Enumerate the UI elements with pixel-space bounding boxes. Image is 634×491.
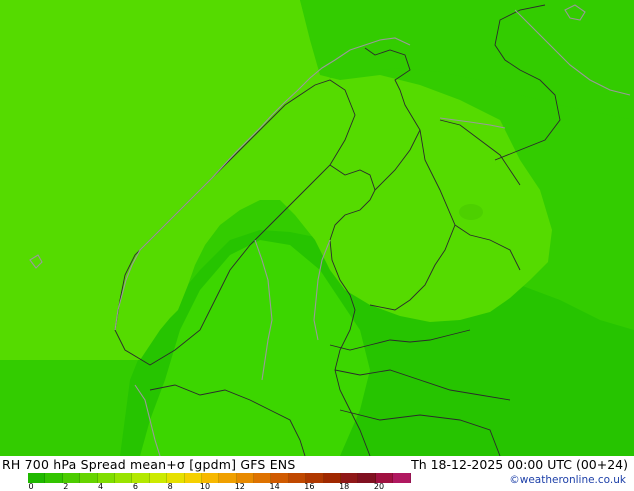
spread-spot bbox=[459, 204, 483, 220]
credit-link[interactable]: ©weatheronline.co.uk bbox=[509, 474, 626, 486]
valid-time: Th 18-12-2025 00:00 UTC (00+24) bbox=[411, 457, 628, 472]
map-caption: RH 700 hPa Spread mean+σ [gpdm] GFS ENS … bbox=[0, 457, 634, 473]
weather-map bbox=[0, 0, 634, 456]
map-title: RH 700 hPa Spread mean+σ [gpdm] GFS ENS bbox=[2, 457, 296, 472]
